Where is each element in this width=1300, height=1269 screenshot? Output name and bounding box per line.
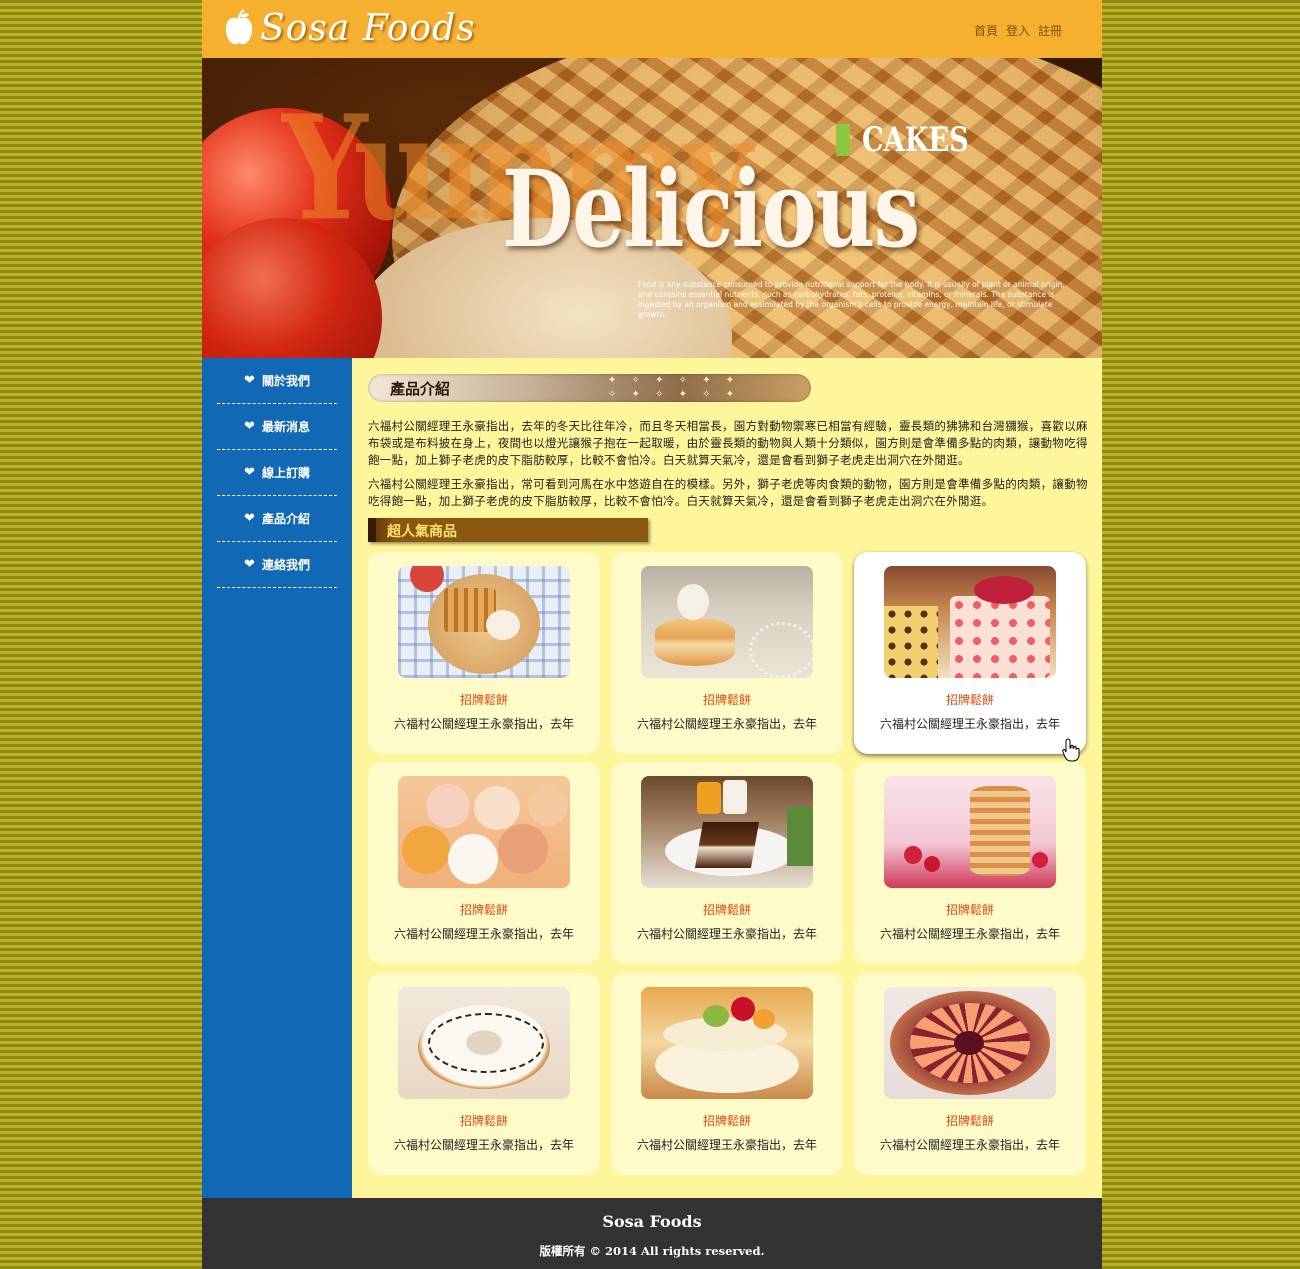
sidebar-item-news[interactable]: ❤ 最新消息 [217,404,337,450]
product-desc: 六福村公關經理王永豪指出，去年 [636,927,817,941]
product-desc: 六福村公關經理王永豪指出，去年 [393,717,574,731]
section-title-bar: 產品介紹 ✦ ✧ ✦ ✧ ✦ ✦ ✧ ✦ ✧ ✦ ✧ ✦ [368,374,811,402]
product-card[interactable]: 招牌鬆餅 六福村公關經理王永豪指出，去年 [611,973,843,1175]
banner-small-text: Food is any substance consumed to provid… [638,280,1065,319]
product-card[interactable]: 招牌鬆餅 六福村公關經理王永豪指出，去年 [611,552,843,754]
product-name: 招牌鬆餅 [702,1114,751,1128]
chocolate-cake-photo [641,776,813,888]
heart-icon: ❤ [244,557,255,572]
sidebar: ❤ 關於我們 ❤ 最新消息 ❤ 線上訂購 ❤ 產品介紹 ❤ 連絡我們 [202,358,352,1198]
sidebar-item-label: 關於我們 [261,374,310,388]
heart-icon: ❤ [244,419,255,434]
product-name: 招牌鬆餅 [945,1114,994,1128]
waffle-photo [398,566,570,678]
site-footer: Sosa Foods 版權所有 © 2014 All rights reserv… [202,1198,1102,1269]
product-card[interactable]: 招牌鬆餅 六福村公關經理王永豪指出，去年 [611,762,843,964]
product-desc: 六福村公關經理王永豪指出，去年 [636,717,817,731]
section-title: 產品介紹 [390,380,451,398]
product-desc: 六福村公關經理王永豪指出，去年 [393,927,574,941]
product-name: 招牌鬆餅 [945,903,994,917]
nav-home-link[interactable]: 首頁 [974,22,998,39]
sidebar-item-products[interactable]: ❤ 產品介紹 [217,496,337,542]
product-desc: 六福村公關經理王永豪指出，去年 [879,717,1060,731]
sidebar-item-label: 連絡我們 [261,558,310,572]
product-name: 招牌鬆餅 [945,693,994,707]
sidebar-item-contact[interactable]: ❤ 連絡我們 [217,542,337,588]
product-name: 招牌鬆餅 [459,903,508,917]
popular-title-bar: 超人氣商品 [368,518,648,542]
top-nav: 首頁 登入 註冊 [974,22,1062,39]
fruit-cake-photo [641,987,813,1099]
heart-icon: ❤ [244,373,255,388]
sidebar-item-about[interactable]: ❤ 關於我們 [217,358,337,404]
product-name: 招牌鬆餅 [459,1114,508,1128]
sidebar-item-label: 產品介紹 [261,512,310,526]
site-header: Sosa Foods 首頁 登入 註冊 [202,0,1102,58]
product-name: 招牌鬆餅 [459,693,508,707]
product-card[interactable]: 招牌鬆餅 六福村公關經理王永豪指出，去年 [854,973,1086,1175]
product-card[interactable]: 招牌鬆餅 六福村公關經理王永豪指出，去年 [368,762,600,964]
heart-icon: ❤ [244,511,255,526]
hand-cursor-icon [1062,738,1080,762]
product-name: 招牌鬆餅 [702,903,751,917]
product-card[interactable]: 招牌鬆餅 六福村公關經理王永豪指出，去年 [368,973,600,1175]
page-container: Sosa Foods 首頁 登入 註冊 Yummy CAKES Deliciou… [202,0,1102,1269]
intro-paragraph: 六福村公關經理王永豪指出，去年的冬天比往年冷，而且冬天相當長，園方對動物禦寒已相… [368,419,1088,467]
logo-text: Sosa Foods [260,8,476,49]
apple-logo-icon [225,8,253,44]
sidebar-item-label: 最新消息 [261,420,310,434]
product-desc: 六福村公關經理王永豪指出，去年 [636,1138,817,1152]
heart-icon: ❤ [244,465,255,480]
donut-photo [398,987,570,1099]
intro-paragraph: 六福村公關經理王永豪指出，常可看到河馬在水中悠遊自在的模樣。另外，獅子老虎等肉食… [368,477,1088,508]
nav-register-link[interactable]: 註冊 [1038,22,1062,39]
sidebar-item-order[interactable]: ❤ 線上訂購 [217,450,337,496]
product-card[interactable]: 招牌鬆餅 六福村公關經理王永豪指出，去年 [854,762,1086,964]
product-desc: 六福村公關經理王永豪指出，去年 [879,927,1060,941]
logo-link[interactable]: Sosa Foods [224,8,476,49]
peach-tart-photo [884,987,1056,1099]
product-name: 招牌鬆餅 [702,693,751,707]
nav-login-link[interactable]: 登入 [1006,22,1030,39]
hero-banner: Yummy CAKES Delicious Food is any substa… [202,58,1102,358]
product-desc: 六福村公關經理王永豪指出，去年 [393,1138,574,1152]
product-desc: 六福村公關經理王永豪指出，去年 [879,1138,1060,1152]
footer-copyright: 版權所有 © 2014 All rights reserved. [539,1244,765,1258]
product-card[interactable]: 招牌鬆餅 六福村公關經理王永豪指出，去年 [368,552,600,754]
pancake-cat-photo [641,566,813,678]
pancake-stack-photo [884,776,1056,888]
sidebar-item-label: 線上訂購 [261,466,310,480]
animal-buns-photo [398,776,570,888]
main-content: 產品介紹 ✦ ✧ ✦ ✧ ✦ ✦ ✧ ✦ ✧ ✦ ✧ ✦ 六福村公關經理王永豪指出… [352,358,1102,1198]
sparkle-decoration: ✦ ✧ ✦ ✧ ✦ ✦ ✧ ✦ ✧ ✦ ✧ ✦ [608,375,741,400]
product-card-hovered[interactable]: 招牌鬆餅 六福村公關經理王永豪指出，去年 [854,552,1086,754]
banner-headline: Delicious [502,146,920,271]
mousse-cake-photo [884,566,1056,678]
popular-title: 超人氣商品 [387,524,457,540]
footer-brand: Sosa Foods [602,1212,702,1231]
